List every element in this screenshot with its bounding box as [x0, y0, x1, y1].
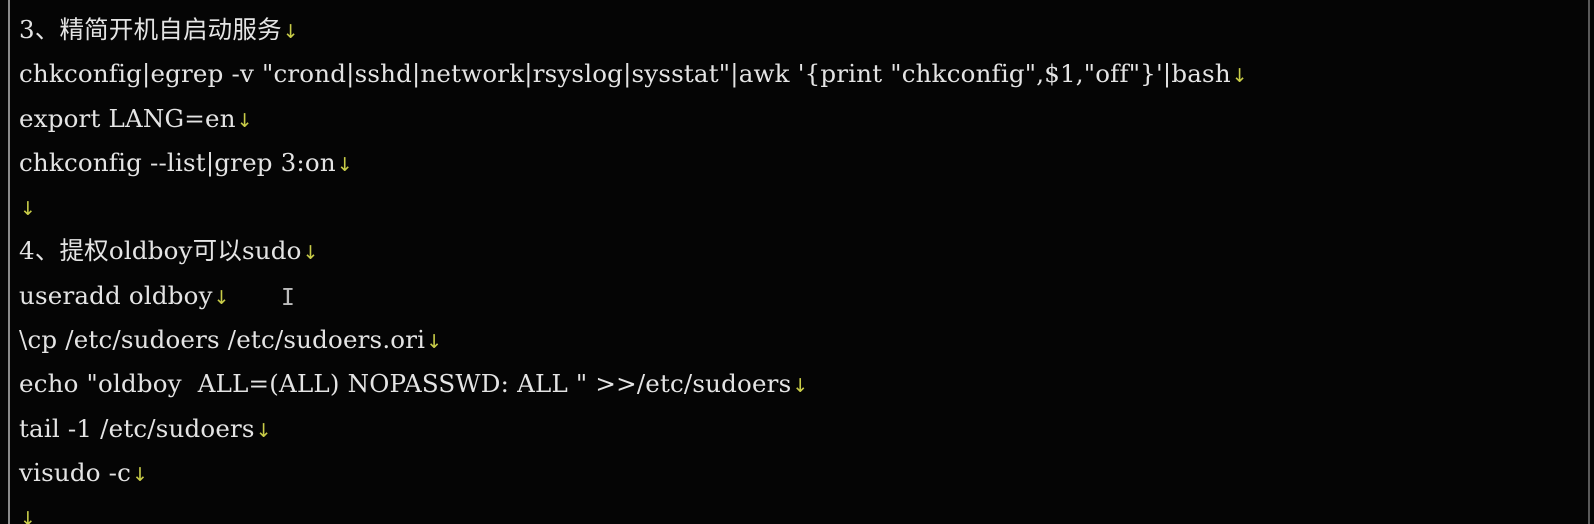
paragraph-mark-icon: ↓ — [213, 286, 230, 309]
line-text: export LANG=en — [19, 103, 236, 133]
text-line[interactable]: chkconfig|egrep -v "crond|sshd|network|r… — [19, 52, 1248, 96]
line-text: echo "oldboy ALL=(ALL) NOPASSWD: ALL " >… — [19, 369, 792, 399]
left-border — [8, 0, 10, 524]
text-line[interactable]: echo "oldboy ALL=(ALL) NOPASSWD: ALL " >… — [19, 362, 1248, 406]
line-text: useradd oldboy — [19, 280, 213, 310]
paragraph-mark-icon: ↓ — [1231, 65, 1248, 88]
line-text: tail -1 /etc/sudoers — [19, 413, 255, 443]
text-body[interactable]: 3、精简开机自启动服务↓ chkconfig|egrep -v "crond|s… — [19, 8, 1248, 524]
paragraph-mark-icon: ↓ — [20, 198, 37, 221]
line-text: 4、提权oldboy可以sudo — [19, 236, 302, 266]
paragraph-mark-icon: ↓ — [426, 331, 443, 354]
line-text: visudo -c — [19, 457, 132, 487]
text-line[interactable]: export LANG=en↓ — [19, 97, 1248, 141]
text-line[interactable]: \cp /etc/sudoers /etc/sudoers.ori↓ — [19, 318, 1248, 362]
line-text: 3、精简开机自启动服务 — [19, 15, 282, 44]
paragraph-mark-icon: ↓ — [336, 153, 353, 176]
paragraph-mark-icon: ↓ — [236, 109, 253, 132]
paragraph-mark-icon: ↓ — [132, 463, 149, 486]
paragraph-mark-icon: ↓ — [302, 242, 319, 265]
text-line[interactable]: ↓ — [19, 495, 1248, 524]
text-line[interactable]: chkconfig --list|grep 3:on↓ — [19, 141, 1248, 185]
text-line[interactable]: ↓ — [19, 185, 1248, 229]
line-text: chkconfig|egrep -v "crond|sshd|network|r… — [19, 59, 1231, 89]
line-text: \cp /etc/sudoers /etc/sudoers.ori — [19, 325, 426, 355]
text-line[interactable]: visudo -c↓ — [19, 451, 1248, 495]
paragraph-mark-icon: ↓ — [255, 419, 272, 442]
text-line[interactable]: 4、提权oldboy可以sudo↓ — [19, 229, 1248, 273]
paragraph-mark-icon: ↓ — [282, 21, 299, 43]
right-border — [1588, 0, 1590, 524]
paragraph-mark-icon: ↓ — [792, 375, 809, 398]
line-text: chkconfig --list|grep 3:on — [19, 147, 336, 177]
text-line[interactable]: 3、精简开机自启动服务↓ — [19, 8, 1248, 52]
text-line[interactable]: tail -1 /etc/sudoers↓ — [19, 407, 1248, 451]
text-editor-view[interactable]: 3、精简开机自启动服务↓ chkconfig|egrep -v "crond|s… — [0, 0, 1594, 524]
text-line[interactable]: useradd oldboy↓ — [19, 274, 1248, 318]
text-cursor-icon: I — [281, 285, 295, 311]
paragraph-mark-icon: ↓ — [20, 508, 37, 524]
